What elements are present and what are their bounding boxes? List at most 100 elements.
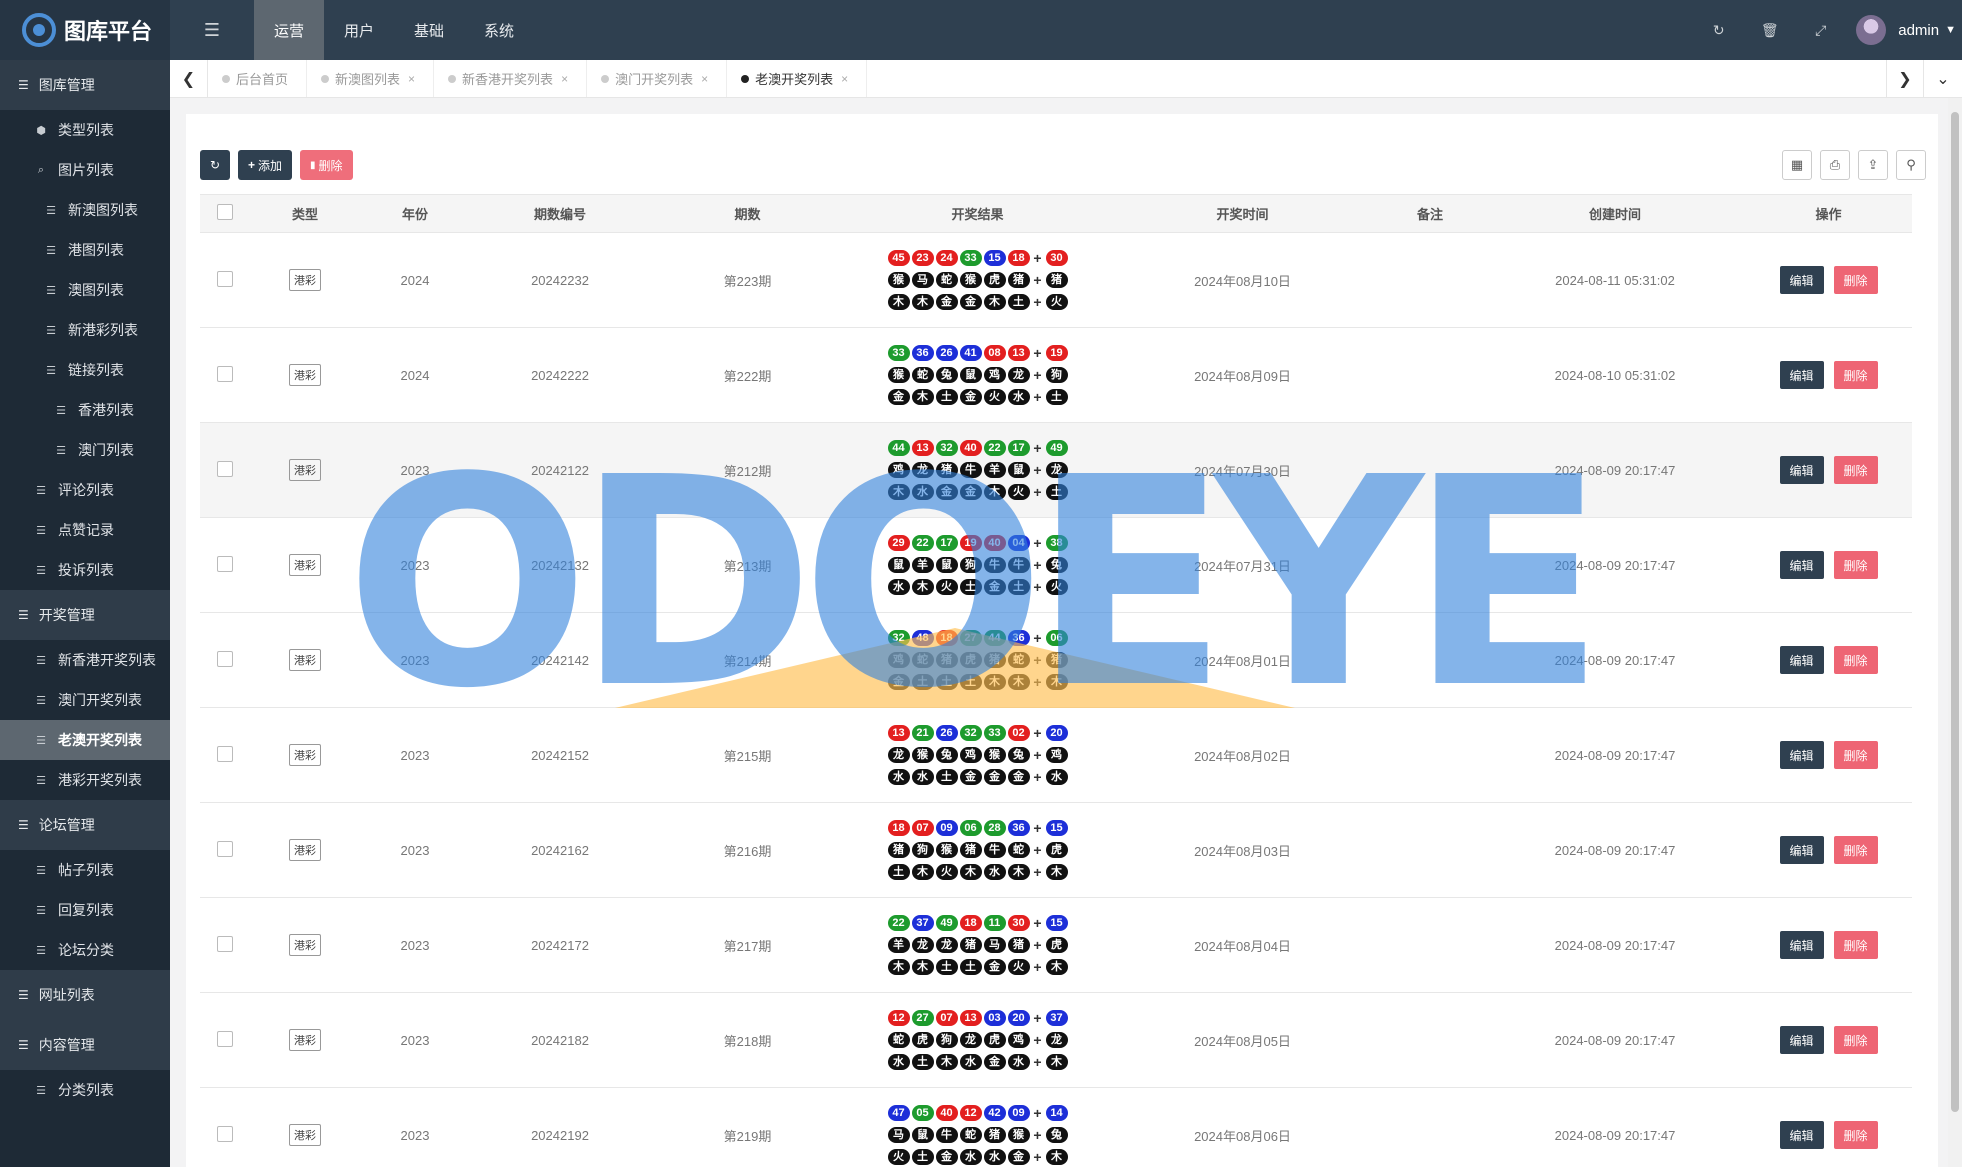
table-row[interactable]: 港彩 2023 20242172 第217期 22 37 49 18 11 30 +15 羊龙龙猪马猪… <box>200 897 1912 993</box>
tab[interactable]: 新澳图列表 × <box>307 60 435 97</box>
column-header[interactable]: 创建时间 <box>1485 194 1745 233</box>
menu-toggle-icon[interactable]: ☰ <box>170 0 254 60</box>
column-header[interactable]: 开奖结果 <box>845 194 1110 233</box>
table-row[interactable]: 港彩 2023 20242162 第216期 18 07 09 06 28 36 +15 猪狗猴猪牛蛇… <box>200 802 1912 898</box>
sidebar-item[interactable]: ☰ 香港列表 <box>0 390 170 430</box>
columns-icon[interactable]: ▦ <box>1782 150 1812 180</box>
trash-icon[interactable]: 🗑 <box>1744 0 1795 60</box>
edit-button[interactable]: 编辑 <box>1779 456 1824 484</box>
sidebar-item[interactable]: ☰ 评论列表 <box>0 470 170 510</box>
tab-scroll-right-icon[interactable]: ❯ <box>1886 60 1924 97</box>
page-scrollbar[interactable] <box>1948 98 1962 1167</box>
table-row[interactable]: 港彩 2023 20242192 第219期 47 05 40 12 42 09 +14 马鼠牛蛇猪猴… <box>200 1087 1912 1167</box>
tab[interactable]: 澳门开奖列表 × <box>587 60 728 97</box>
sidebar-item[interactable]: ☰ 论坛分类 <box>0 930 170 970</box>
sidebar-item[interactable]: ☰ 回复列表 <box>0 890 170 930</box>
topnav-item-users[interactable]: 用户 <box>324 0 394 60</box>
close-icon[interactable]: × <box>841 72 848 86</box>
delete-row-button[interactable]: 删除 <box>1833 1121 1878 1149</box>
row-checkbox[interactable] <box>217 650 233 667</box>
row-checkbox[interactable] <box>217 1125 233 1142</box>
sidebar-item[interactable]: ☰ 新澳图列表 <box>0 190 170 230</box>
delete-row-button[interactable]: 删除 <box>1833 1026 1878 1054</box>
column-header[interactable]: 年份 <box>360 194 470 233</box>
tab[interactable]: 后台首页 <box>208 60 308 97</box>
row-checkbox[interactable] <box>217 935 233 952</box>
sidebar-group[interactable]: ☰ 开奖管理 <box>0 590 170 640</box>
edit-button[interactable]: 编辑 <box>1779 741 1824 769</box>
sidebar-item[interactable]: ☰ 老澳开奖列表 <box>0 720 170 760</box>
fullscreen-icon[interactable]: ⤢ <box>1795 0 1846 60</box>
sidebar-item[interactable]: ☰ 澳门列表 <box>0 430 170 470</box>
user-menu[interactable]: admin ▼ <box>1846 15 1962 45</box>
column-header[interactable]: 备注 <box>1375 194 1485 233</box>
sidebar-item[interactable]: ☰ 港彩开奖列表 <box>0 760 170 800</box>
export-icon[interactable]: ⇪ <box>1858 150 1888 180</box>
column-header[interactable]: 类型 <box>250 194 360 233</box>
scrollbar-thumb[interactable] <box>1951 112 1959 1112</box>
select-all-checkbox[interactable] <box>217 204 233 220</box>
column-header[interactable]: 期数编号 <box>470 194 650 233</box>
tab[interactable]: 老澳开奖列表 × <box>727 60 868 97</box>
sidebar-item[interactable]: ⬢ 类型列表 <box>0 110 170 150</box>
row-checkbox[interactable] <box>217 1030 233 1047</box>
delete-row-button[interactable]: 删除 <box>1833 266 1878 294</box>
table-row[interactable]: 港彩 2024 20242222 第222期 33 36 26 41 08 13 +19 猴蛇兔鼠鸡龙… <box>200 327 1912 423</box>
column-header[interactable]: 期数 <box>650 194 845 233</box>
sidebar-item[interactable]: ☰ 投诉列表 <box>0 550 170 590</box>
delete-row-button[interactable]: 删除 <box>1833 361 1878 389</box>
row-checkbox[interactable] <box>217 555 233 572</box>
sidebar-group[interactable]: ☰ 论坛管理 <box>0 800 170 850</box>
sidebar-item[interactable]: ☰ 港图列表 <box>0 230 170 270</box>
delete-row-button[interactable]: 删除 <box>1833 646 1878 674</box>
sidebar-item[interactable]: ☰ 点赞记录 <box>0 510 170 550</box>
row-checkbox[interactable] <box>217 270 233 287</box>
topnav-item-basic[interactable]: 基础 <box>394 0 464 60</box>
refresh-button[interactable]: ↻ <box>200 150 230 180</box>
print-icon[interactable]: ⎙ <box>1820 150 1850 180</box>
edit-button[interactable]: 编辑 <box>1779 1121 1824 1149</box>
row-checkbox[interactable] <box>217 365 233 382</box>
sidebar-item[interactable]: ☰ 分类列表 <box>0 1070 170 1110</box>
sidebar-group[interactable]: ☰ 图库管理 <box>0 60 170 110</box>
add-button[interactable]: + 添加 <box>238 150 293 180</box>
delete-row-button[interactable]: 删除 <box>1833 551 1878 579</box>
delete-row-button[interactable]: 删除 <box>1833 931 1878 959</box>
table-row[interactable]: 港彩 2023 20242152 第215期 13 21 26 32 33 02 +20 龙猴兔鸡猴兔… <box>200 707 1912 803</box>
table-row[interactable]: 港彩 2024 20242232 第223期 45 23 24 33 15 18 +30 猴马蛇猴虎猪… <box>200 232 1912 328</box>
delete-row-button[interactable]: 删除 <box>1833 456 1878 484</box>
close-icon[interactable]: × <box>408 72 415 86</box>
edit-button[interactable]: 编辑 <box>1779 361 1824 389</box>
tab-scroll-left-icon[interactable]: ❮ <box>170 60 208 97</box>
search-icon[interactable]: ⚲ <box>1896 150 1926 180</box>
table-row[interactable]: 港彩 2023 20242142 第214期 32 48 18 27 44 36 +06 鸡蛇猪虎猪蛇… <box>200 612 1912 708</box>
tab[interactable]: 新香港开奖列表 × <box>434 60 588 97</box>
sidebar-item[interactable]: ☰ 新香港开奖列表 <box>0 640 170 680</box>
topnav-item-operations[interactable]: 运营 <box>254 0 324 60</box>
edit-button[interactable]: 编辑 <box>1779 836 1824 864</box>
row-checkbox[interactable] <box>217 840 233 857</box>
table-row[interactable]: 港彩 2023 20242122 第212期 44 13 32 40 22 17 +49 鸡龙猪牛羊鼠… <box>200 422 1912 518</box>
app-logo[interactable]: 图库平台 <box>0 0 170 60</box>
edit-button[interactable]: 编辑 <box>1779 266 1824 294</box>
sidebar-group[interactable]: ☰ 内容管理 <box>0 1020 170 1070</box>
delete-row-button[interactable]: 删除 <box>1833 741 1878 769</box>
edit-button[interactable]: 编辑 <box>1779 551 1824 579</box>
edit-button[interactable]: 编辑 <box>1779 646 1824 674</box>
row-checkbox[interactable] <box>217 745 233 762</box>
tab-menu-chevron-icon[interactable]: ⌄ <box>1924 60 1962 97</box>
sidebar-item[interactable]: ☰ 帖子列表 <box>0 850 170 890</box>
sidebar-item[interactable]: ☰ 链接列表 <box>0 350 170 390</box>
delete-button[interactable]: ▮ 删除 <box>300 150 353 180</box>
edit-button[interactable]: 编辑 <box>1779 931 1824 959</box>
sidebar-item[interactable]: ☰ 澳门开奖列表 <box>0 680 170 720</box>
sidebar-item[interactable]: ☰ 澳图列表 <box>0 270 170 310</box>
delete-row-button[interactable]: 删除 <box>1833 836 1878 864</box>
close-icon[interactable]: × <box>561 72 568 86</box>
table-row[interactable]: 港彩 2023 20242182 第218期 12 27 07 13 03 20 +37 蛇虎狗龙虎鸡… <box>200 992 1912 1088</box>
sidebar-item[interactable]: ⌕ 图片列表 <box>0 150 170 190</box>
edit-button[interactable]: 编辑 <box>1779 1026 1824 1054</box>
row-checkbox[interactable] <box>217 460 233 477</box>
sidebar-group[interactable]: ☰ 网址列表 <box>0 970 170 1020</box>
refresh-icon[interactable]: ↻ <box>1693 0 1744 60</box>
